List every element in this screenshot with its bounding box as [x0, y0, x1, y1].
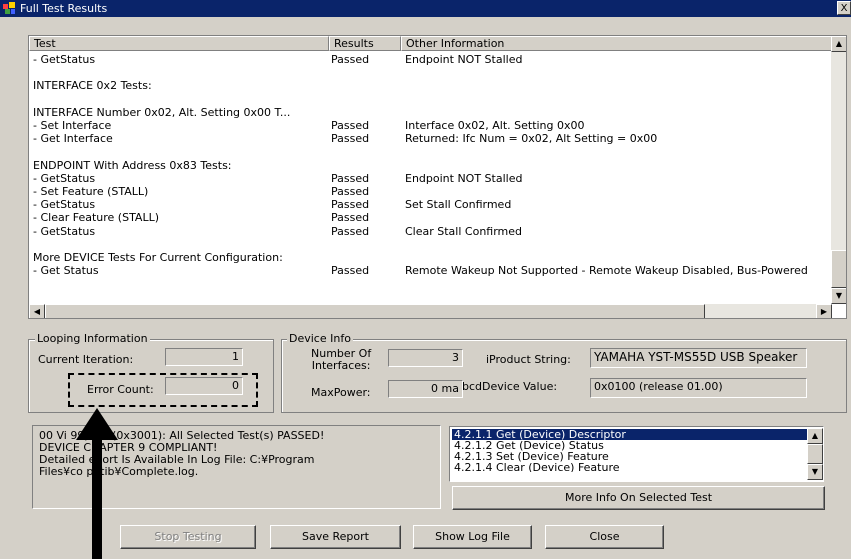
results-row[interactable]: - Clear Feature (STALL) Passed	[29, 211, 832, 224]
row-test: - Set Interface	[33, 119, 112, 132]
row-test: - Clear Feature (STALL)	[33, 211, 160, 225]
title-bar[interactable]: Full Test Results X	[0, 0, 851, 17]
usb-app-icon	[3, 2, 15, 14]
device-info-group: Device Info Number Of Interfaces: 3 MaxP…	[281, 332, 847, 413]
row-result: Passed	[331, 198, 370, 212]
results-row[interactable]	[29, 238, 832, 251]
vertical-scroll-thumb[interactable]	[831, 250, 846, 288]
row-result: Passed	[331, 224, 370, 238]
results-row[interactable]: INTERFACE 0x2 Tests:	[29, 79, 832, 92]
show-log-file-button[interactable]: Show Log File	[413, 525, 532, 549]
error-count-highlight	[68, 373, 258, 407]
row-test: More DEVICE Tests For Current Configurat…	[33, 251, 283, 264]
row-test: - Get Interface	[33, 132, 113, 146]
row-test: - GetStatus	[33, 198, 96, 212]
vertical-scrollbar[interactable]: ▲ ▼	[831, 36, 846, 304]
test-list-scrollbar[interactable]: ▲ ▼	[807, 428, 823, 480]
arrow-down-icon[interactable]: ▼	[807, 464, 823, 480]
window-title: Full Test Results	[20, 2, 108, 15]
results-list[interactable]: Test Results Other Information - GetStat…	[28, 35, 847, 319]
more-info-button[interactable]: More Info On Selected Test	[452, 486, 825, 510]
results-row[interactable]: - GetStatus Passed Endpoint NOT Stalled	[29, 172, 832, 185]
num-interfaces-value: 3	[388, 349, 463, 367]
row-test: - GetStatus	[33, 171, 96, 185]
close-window-button[interactable]: X	[837, 1, 851, 15]
stop-testing-button[interactable]: Stop Testing	[120, 525, 256, 549]
column-header-other-info[interactable]: Other Information	[401, 36, 832, 51]
row-result: Passed	[331, 132, 370, 146]
row-info: Interface 0x02, Alt. Setting 0x00	[405, 119, 585, 132]
row-result: Passed	[331, 211, 370, 225]
row-result: Passed	[331, 264, 370, 278]
current-iteration-value: 1	[165, 348, 243, 366]
row-info: Clear Stall Confirmed	[405, 224, 523, 238]
row-info: Endpoint NOT Stalled	[405, 171, 523, 185]
test-list-item[interactable]: 4.2.1.3 Set (Device) Feature	[452, 451, 807, 462]
horizontal-scrollbar[interactable]: ◀ ▶	[29, 304, 832, 318]
row-info: Returned: Ifc Num = 0x02, Alt Setting = …	[405, 132, 658, 146]
results-row[interactable]: More DEVICE Tests For Current Configurat…	[29, 251, 832, 264]
row-test: INTERFACE Number 0x02, Alt. Setting 0x00…	[33, 105, 291, 119]
row-test: - GetStatus	[33, 224, 96, 238]
arrow-up-icon[interactable]: ▲	[831, 36, 846, 52]
row-test: INTERFACE 0x2 Tests:	[33, 79, 152, 93]
iproduct-string-label: iProduct String:	[486, 353, 571, 366]
row-result: Passed	[331, 171, 370, 185]
results-row[interactable]: - Set Feature (STALL) Passed	[29, 185, 832, 198]
row-info: Set Stall Confirmed	[405, 198, 512, 212]
row-result: Passed	[331, 53, 370, 66]
column-header-test[interactable]: Test	[29, 36, 329, 51]
results-row[interactable]: - Set Interface Passed Interface 0x02, Alt…	[29, 119, 832, 132]
pointer-arrow	[76, 408, 118, 559]
arrow-up-icon[interactable]: ▲	[807, 428, 823, 444]
results-row[interactable]	[29, 145, 832, 158]
row-test: ENDPOINT With Address 0x83 Tests:	[33, 158, 232, 172]
results-row[interactable]	[29, 66, 832, 79]
test-list-scroll-thumb[interactable]	[807, 444, 823, 464]
bcd-device-label: bcdDevice Value:	[462, 380, 558, 393]
looping-group-label: Looping Information	[35, 332, 150, 346]
close-button[interactable]: Close	[545, 525, 664, 549]
results-row[interactable]: - GetStatus Passed Endpoint NOT Stalled	[29, 53, 832, 66]
column-header-results[interactable]: Results	[329, 36, 401, 51]
row-result: Passed	[331, 185, 370, 198]
current-iteration-label: Current Iteration:	[38, 353, 134, 366]
results-row[interactable]	[29, 93, 832, 106]
results-row[interactable]: - Get Status Passed Remote Wakeup Not Supp…	[29, 264, 832, 277]
num-interfaces-label: Number Of Interfaces:	[311, 347, 372, 372]
row-info: Endpoint NOT Stalled	[405, 53, 523, 66]
row-test: - Get Status	[33, 264, 99, 278]
results-row[interactable]: - GetStatus Passed Clear Stall Confirmed	[29, 225, 832, 238]
max-power-value: 0 ma	[388, 380, 463, 398]
full-test-results-window: Full Test Results X Test Results Other I…	[0, 0, 851, 559]
bcd-device-value: 0x0100 (release 01.00)	[590, 378, 807, 398]
test-list-item[interactable]: 4.2.1.4 Clear (Device) Feature	[452, 462, 807, 472]
horizontal-scroll-thumb[interactable]	[45, 304, 705, 318]
results-row[interactable]: ENDPOINT With Address 0x83 Tests:	[29, 159, 832, 172]
device-group-label: Device Info	[287, 332, 353, 346]
results-row[interactable]: - Get Interface Passed Returned: Ifc Num =…	[29, 132, 832, 145]
save-report-button[interactable]: Save Report	[270, 525, 401, 549]
row-test: - Set Feature (STALL)	[33, 185, 149, 198]
arrow-right-icon[interactable]: ▶	[816, 304, 832, 318]
results-row[interactable]: - GetStatus Passed Set Stall Confirmed	[29, 198, 832, 211]
arrow-down-icon[interactable]: ▼	[831, 288, 846, 304]
arrow-left-icon[interactable]: ◀	[29, 304, 45, 318]
max-power-label: MaxPower:	[311, 386, 371, 399]
results-row[interactable]: INTERFACE Number 0x02, Alt. Setting 0x00…	[29, 106, 832, 119]
row-test: - GetStatus	[33, 53, 96, 66]
iproduct-string-value: YAMAHA YST-MS55D USB Speaker	[590, 348, 807, 368]
row-info: Remote Wakeup Not Supported - Remote Wak…	[405, 264, 808, 278]
results-header: Test Results Other Information	[29, 36, 832, 51]
row-result: Passed	[331, 119, 370, 132]
test-list[interactable]: 4.2.1.1 Get (Device) Descriptor 4.2.1.2 …	[449, 426, 824, 482]
